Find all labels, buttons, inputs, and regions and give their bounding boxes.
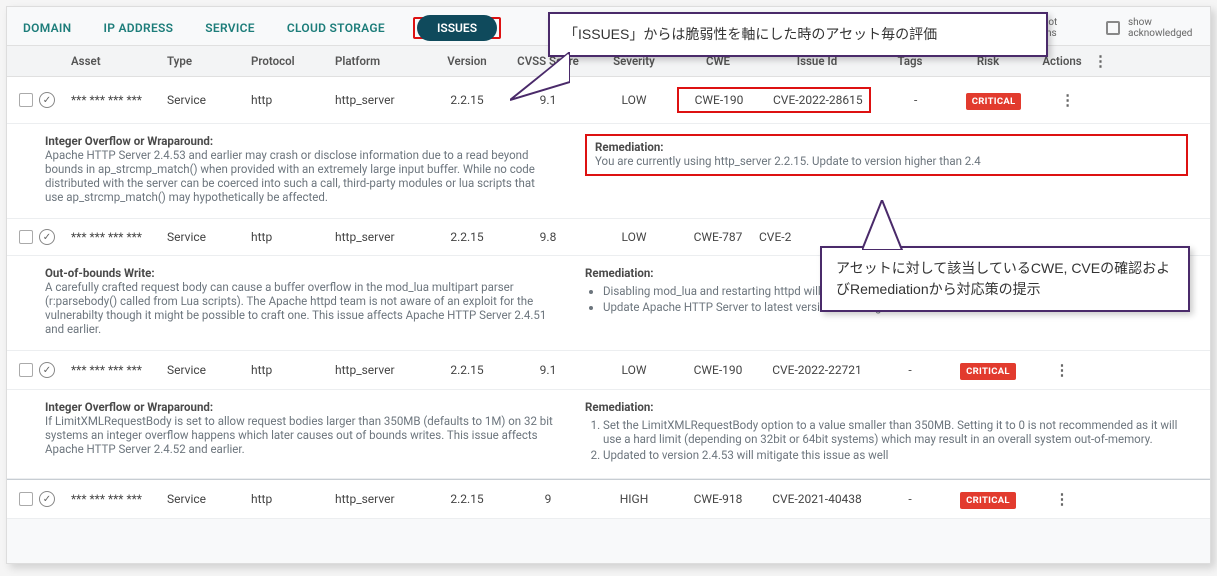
detail-title: Integer Overflow or Wraparound:	[45, 400, 213, 414]
checkbox-icon	[1106, 21, 1120, 35]
col-type[interactable]: Type	[167, 54, 251, 68]
remediation-title: Remediation:	[585, 266, 654, 280]
cell-cwe: CWE-190	[685, 93, 753, 107]
cell-cvss: 9.1	[505, 363, 591, 377]
cell-type: Service	[167, 492, 251, 506]
show-ack-label: show acknowledged	[1128, 17, 1198, 39]
cell-cwe: CWE-787	[677, 230, 759, 244]
cell-protocol: http	[251, 492, 335, 506]
cell-protocol: http	[251, 230, 335, 244]
remediation-title: Remediation:	[595, 140, 664, 154]
cell-severity: LOW	[591, 363, 677, 377]
detail-title: Out-of-bounds Write:	[45, 266, 155, 280]
remediation-item: Updated to version 2.4.53 will mitigate …	[603, 448, 1192, 462]
col-platform[interactable]: Platform	[335, 54, 429, 68]
expand-icon[interactable]: ✓	[39, 92, 55, 108]
annotation-callout: アセットに対して該当しているCWE, CVEの確認およびRemediationか…	[820, 246, 1190, 312]
cell-asset: *** *** *** ***	[71, 230, 167, 244]
cell-cwe: CWE-918	[677, 492, 759, 506]
row-detail: Integer Overflow or Wraparound: If Limit…	[7, 390, 1210, 479]
detail-body: If LimitXMLRequestBody is set to allow r…	[45, 414, 553, 456]
cell-asset: *** *** *** ***	[71, 363, 167, 377]
annotation-callout: 「ISSUES」からは脆弱性を軸にした時のアセット毎の評価	[548, 12, 1048, 57]
row-checkbox[interactable]	[19, 93, 33, 107]
cell-severity: LOW	[591, 93, 677, 107]
row-checkbox[interactable]	[19, 230, 33, 244]
cell-protocol: http	[251, 363, 335, 377]
cell-issue-id: CVE-2022-28615	[773, 93, 863, 107]
remediation-title: Remediation:	[585, 400, 654, 414]
detail-body: Apache HTTP Server 2.4.53 and earlier ma…	[45, 148, 535, 204]
cell-severity: HIGH	[591, 492, 677, 506]
tab-domain[interactable]: DOMAIN	[19, 15, 75, 41]
expand-icon[interactable]: ✓	[39, 491, 55, 507]
annotation-text: 「ISSUES」からは脆弱性を軸にした時のアセット毎の評価	[564, 26, 937, 42]
row-actions-icon[interactable]: ⋮	[1055, 490, 1070, 508]
cell-platform: http_server	[335, 93, 429, 107]
row-actions-icon[interactable]: ⋮	[1060, 91, 1075, 109]
expand-icon[interactable]: ✓	[39, 362, 55, 378]
show-acknowledged-toggle[interactable]: show acknowledged	[1106, 17, 1198, 39]
callout-tail-icon	[510, 52, 570, 102]
cell-platform: http_server	[335, 363, 429, 377]
tab-cloud-storage[interactable]: CLOUD STORAGE	[283, 15, 389, 41]
cell-protocol: http	[251, 93, 335, 107]
cell-issue-id: CVE-2022-22721	[759, 363, 875, 377]
tab-issues-highlight: ISSUES	[413, 17, 501, 39]
remediation-item: Set the LimitXMLRequestBody option to a …	[603, 418, 1192, 446]
annotation-text: アセットに対して該当しているCWE, CVEの確認およびRemediationか…	[836, 260, 1170, 297]
cell-tags: -	[881, 93, 951, 107]
detail-body: A carefully crafted request body can cau…	[45, 280, 546, 336]
column-menu-icon[interactable]: ⋮	[1093, 52, 1108, 70]
tab-ip-address[interactable]: IP ADDRESS	[99, 15, 177, 41]
cell-asset: *** *** *** ***	[71, 93, 167, 107]
callout-tail-icon	[862, 200, 932, 250]
cell-tags: -	[875, 492, 945, 506]
risk-badge: CRITICAL	[960, 363, 1016, 380]
risk-badge: CRITICAL	[960, 492, 1016, 509]
cell-severity: LOW	[591, 230, 677, 244]
cell-type: Service	[167, 363, 251, 377]
cell-issue-id: CVE-2	[759, 230, 875, 244]
tab-issues[interactable]: ISSUES	[417, 15, 497, 41]
tab-service[interactable]: SERVICE	[201, 15, 259, 41]
cell-tags: -	[875, 363, 945, 377]
remediation-body: You are currently using http_server 2.2.…	[595, 154, 981, 168]
cell-cvss: 9.8	[505, 230, 591, 244]
cell-issue-id: CVE-2021-40438	[759, 492, 875, 506]
remediation-highlight: Remediation: You are currently using htt…	[585, 134, 1188, 176]
cell-version: 2.2.15	[429, 363, 505, 377]
cell-version: 2.2.15	[429, 93, 505, 107]
table-row[interactable]: ✓ *** *** *** *** Service http http_serv…	[7, 77, 1210, 124]
cell-asset: *** *** *** ***	[71, 492, 167, 506]
row-checkbox[interactable]	[19, 363, 33, 377]
cell-cvss: 9	[505, 492, 591, 506]
cell-version: 2.2.15	[429, 492, 505, 506]
col-protocol[interactable]: Protocol	[251, 54, 335, 68]
cell-platform: http_server	[335, 492, 429, 506]
row-actions-icon[interactable]: ⋮	[1055, 361, 1070, 379]
row-detail: Integer Overflow or Wraparound: Apache H…	[7, 124, 1210, 219]
expand-icon[interactable]: ✓	[39, 229, 55, 245]
cell-cwe: CWE-190	[677, 363, 759, 377]
row-checkbox[interactable]	[19, 492, 33, 506]
cell-platform: http_server	[335, 230, 429, 244]
col-version[interactable]: Version	[429, 54, 505, 68]
risk-badge: CRITICAL	[966, 93, 1022, 110]
cwe-cve-highlight: CWE-190 CVE-2022-28615	[677, 87, 871, 113]
col-asset[interactable]: Asset	[71, 54, 167, 68]
cell-type: Service	[167, 230, 251, 244]
table-row[interactable]: ✓ *** *** *** *** Service http http_serv…	[7, 351, 1210, 390]
table-row[interactable]: ✓ *** *** *** *** Service http http_serv…	[7, 479, 1210, 519]
detail-title: Integer Overflow or Wraparound:	[45, 134, 213, 148]
cell-version: 2.2.15	[429, 230, 505, 244]
cell-type: Service	[167, 93, 251, 107]
